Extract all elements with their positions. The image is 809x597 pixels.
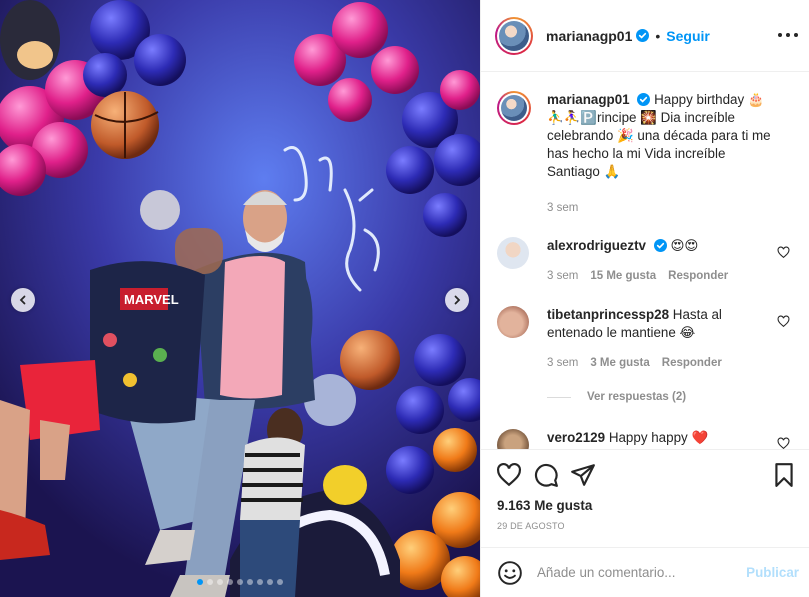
- comment-timestamp[interactable]: 3 sem: [547, 267, 578, 285]
- heart-icon[interactable]: [777, 315, 790, 328]
- heart-icon[interactable]: [777, 437, 790, 449]
- carousel-dot: [227, 579, 233, 585]
- caption-author-avatar[interactable]: [497, 91, 531, 125]
- carousel-dot: [197, 579, 203, 585]
- commenter-username[interactable]: tibetanprincessp28: [547, 307, 669, 322]
- comment-input[interactable]: [537, 565, 737, 580]
- heart-icon[interactable]: [777, 246, 790, 259]
- comment-item: tibetanprincessp28 Hasta al entenado le …: [497, 306, 797, 372]
- separator-dot: •: [655, 27, 661, 44]
- add-comment-bar: Publicar: [481, 547, 809, 597]
- caption-username[interactable]: marianagp01: [547, 92, 630, 107]
- chevron-left-icon: [19, 295, 26, 305]
- comment-like-count[interactable]: 3 Me gusta: [590, 354, 649, 372]
- emoji-icon[interactable]: [497, 560, 523, 586]
- author-avatar[interactable]: [495, 16, 533, 55]
- heart-icon[interactable]: [496, 462, 522, 488]
- comment-text: 😍😍: [670, 238, 699, 253]
- comment-timestamp[interactable]: 3 sem: [547, 354, 578, 372]
- carousel-indicator: [0, 579, 480, 585]
- divider-line: [547, 396, 571, 398]
- verified-badge-icon: [637, 93, 651, 106]
- carousel-dot: [277, 579, 283, 585]
- comments-list[interactable]: marianagp01 Happy birthday 🎂⛹️‍♂️⛹️‍♀️🅿️…: [481, 73, 809, 449]
- comment-text: Happy happy ❤️: [608, 430, 709, 445]
- follow-button[interactable]: Seguir: [666, 28, 710, 44]
- party-photo-image: MARVEL: [0, 0, 480, 597]
- verified-badge-icon: [653, 239, 667, 252]
- carousel-dot: [257, 579, 263, 585]
- comment-like-count[interactable]: 15 Me gusta: [590, 267, 656, 285]
- carousel-dot: [217, 579, 223, 585]
- commenter-username[interactable]: vero2129: [547, 430, 605, 445]
- carousel-dot: [267, 579, 273, 585]
- carousel-dot: [237, 579, 243, 585]
- post-photo[interactable]: MARVEL: [0, 0, 480, 597]
- commenter-username[interactable]: alexrodrigueztv: [547, 238, 646, 253]
- carousel-dot: [207, 579, 213, 585]
- post-header: marianagp01 • Seguir: [481, 0, 809, 72]
- post-date[interactable]: 29 DE AGOSTO: [497, 521, 565, 531]
- view-replies-label: Ver respuestas (2): [587, 391, 687, 403]
- caption: marianagp01 Happy birthday 🎂⛹️‍♂️⛹️‍♀️🅿️…: [497, 91, 797, 217]
- author-username[interactable]: marianagp01: [546, 28, 632, 44]
- view-replies-button[interactable]: Ver respuestas (2): [547, 391, 686, 403]
- commenter-avatar[interactable]: [497, 429, 529, 449]
- commenter-avatar[interactable]: [497, 237, 529, 269]
- more-options-icon[interactable]: [778, 28, 798, 42]
- verified-badge-icon: [636, 29, 650, 42]
- comment-item: alexrodrigueztv 😍😍 3 sem 15 Me gusta Res…: [497, 237, 797, 285]
- publish-button[interactable]: Publicar: [746, 565, 799, 580]
- likes-count[interactable]: 9.163 Me gusta: [497, 498, 592, 513]
- comment-item: vero2129 Happy happy ❤️: [497, 429, 797, 449]
- reply-button[interactable]: Responder: [668, 267, 728, 285]
- caption-timestamp[interactable]: 3 sem: [547, 199, 578, 217]
- svg-text:MARVEL: MARVEL: [124, 292, 179, 307]
- next-photo-button[interactable]: [445, 288, 469, 312]
- share-icon[interactable]: [570, 462, 596, 488]
- post-side-panel: marianagp01 • Seguir marianagp01 Happy b…: [480, 0, 809, 597]
- bookmark-icon[interactable]: [771, 462, 797, 488]
- carousel-dot: [247, 579, 253, 585]
- commenter-avatar[interactable]: [497, 306, 529, 338]
- instagram-post-modal: MARVEL marianagp01 • Seguir marianagp01 …: [0, 0, 809, 597]
- chevron-right-icon: [454, 295, 461, 305]
- comment-icon[interactable]: [533, 462, 559, 488]
- reply-button[interactable]: Responder: [662, 354, 722, 372]
- previous-photo-button[interactable]: [11, 288, 35, 312]
- post-actions-bar: 9.163 Me gusta 29 DE AGOSTO: [481, 449, 809, 547]
